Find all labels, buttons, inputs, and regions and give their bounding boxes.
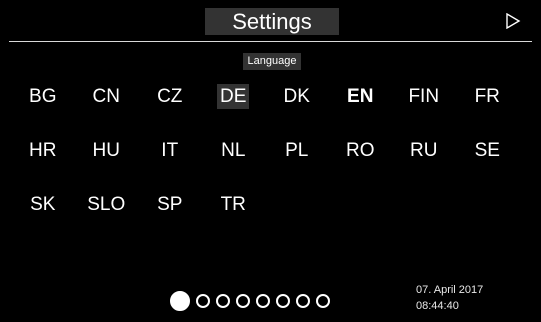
language-option-fin[interactable]: FIN bbox=[392, 79, 456, 115]
language-grid: BG CN CZ DE DK EN FIN FR HR HU IT NL PL RO RU SE SK SLO SP… bbox=[11, 79, 531, 223]
language-code-label: TR bbox=[220, 194, 246, 215]
page-dot-active[interactable] bbox=[170, 291, 190, 311]
next-page-button[interactable] bbox=[501, 8, 525, 34]
page-dot[interactable] bbox=[216, 294, 230, 308]
header-divider bbox=[9, 41, 532, 42]
language-option-cz[interactable]: CZ bbox=[138, 79, 202, 115]
language-code-label: PL bbox=[285, 140, 309, 161]
language-option-de[interactable]: DE bbox=[202, 79, 266, 115]
language-code-label: FIN bbox=[408, 86, 440, 107]
language-code-label: RU bbox=[410, 140, 438, 161]
language-option-slo[interactable]: SLO bbox=[75, 187, 139, 223]
language-code-label: SE bbox=[474, 140, 500, 161]
language-code-label: DE bbox=[217, 84, 250, 109]
language-code-label: RO bbox=[346, 140, 375, 161]
language-option-cn[interactable]: CN bbox=[75, 79, 139, 115]
language-code-label: HR bbox=[29, 140, 57, 161]
language-option-nl[interactable]: NL bbox=[202, 133, 266, 169]
language-option-it[interactable]: IT bbox=[138, 133, 202, 169]
page-dot[interactable] bbox=[296, 294, 310, 308]
language-option-se[interactable]: SE bbox=[456, 133, 520, 169]
language-option-hu[interactable]: HU bbox=[75, 133, 139, 169]
header-bar: Settings bbox=[0, 0, 541, 42]
language-option-fr[interactable]: FR bbox=[456, 79, 520, 115]
language-code-label: BG bbox=[29, 86, 57, 107]
language-option-tr[interactable]: TR bbox=[202, 187, 266, 223]
language-option-sk[interactable]: SK bbox=[11, 187, 75, 223]
language-option-en[interactable]: EN bbox=[329, 79, 393, 115]
page-dot[interactable] bbox=[276, 294, 290, 308]
section-label-language: Language bbox=[243, 53, 301, 70]
language-option-dk[interactable]: DK bbox=[265, 79, 329, 115]
language-code-label: EN bbox=[347, 86, 374, 107]
language-option-sp[interactable]: SP bbox=[138, 187, 202, 223]
language-code-label: IT bbox=[161, 140, 179, 161]
language-option-bg[interactable]: BG bbox=[11, 79, 75, 115]
language-option-ru[interactable]: RU bbox=[392, 133, 456, 169]
date-text: 07. April 2017 bbox=[416, 284, 484, 296]
language-code-label: SP bbox=[157, 194, 183, 215]
language-code-label: FR bbox=[474, 86, 500, 107]
language-option-pl[interactable]: PL bbox=[265, 133, 329, 169]
language-code-label: SLO bbox=[87, 194, 126, 215]
page-dot[interactable] bbox=[236, 294, 250, 308]
language-option-ro[interactable]: RO bbox=[329, 133, 393, 169]
language-code-label: SK bbox=[30, 194, 56, 215]
language-code-label: CN bbox=[92, 86, 120, 107]
language-code-label: HU bbox=[92, 140, 120, 161]
page-title: Settings bbox=[205, 8, 339, 35]
language-option-hr[interactable]: HR bbox=[11, 133, 75, 169]
language-code-label: CZ bbox=[157, 86, 183, 107]
datetime-display: 07. April 2017 08:44:40 bbox=[416, 282, 526, 314]
page-dot[interactable] bbox=[196, 294, 210, 308]
page-indicator bbox=[170, 290, 336, 312]
page-dot[interactable] bbox=[256, 294, 270, 308]
language-code-label: NL bbox=[221, 140, 246, 161]
page-dot[interactable] bbox=[316, 294, 330, 308]
language-code-label: DK bbox=[283, 86, 310, 107]
time-text: 08:44:40 bbox=[416, 300, 459, 312]
play-triangle-outline-icon bbox=[506, 12, 521, 30]
